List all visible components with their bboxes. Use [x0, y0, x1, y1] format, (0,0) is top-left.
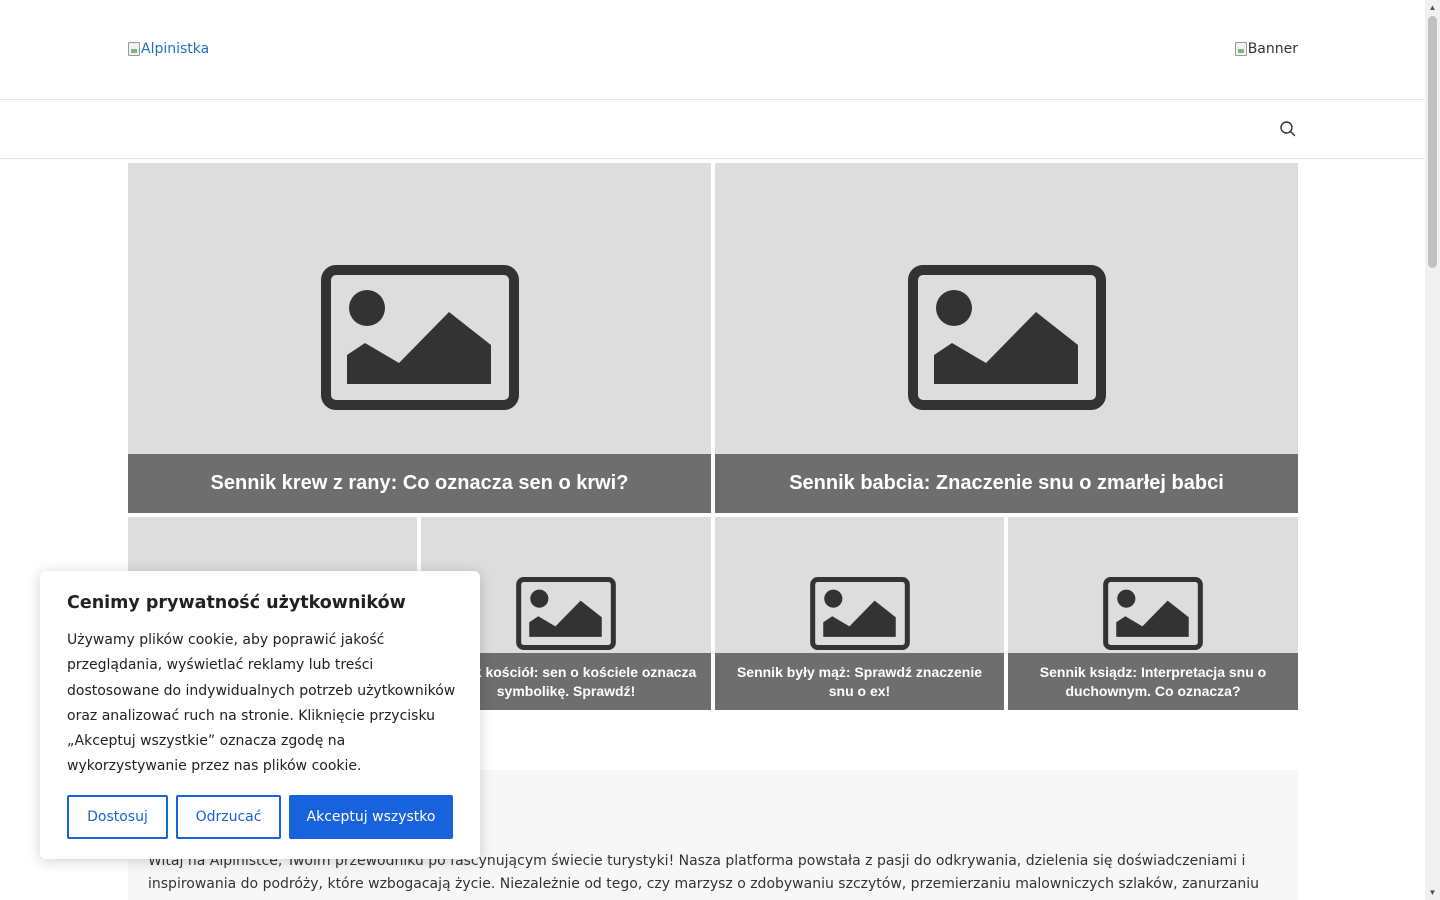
post-title[interactable]: Sennik krew z rany: Co oznacza sen o krw…	[128, 454, 711, 513]
image-placeholder-icon	[907, 265, 1106, 410]
header-banner[interactable]: Banner	[1234, 41, 1298, 57]
cookie-consent-dialog: Cenimy prywatność użytkowników Używamy p…	[40, 571, 480, 859]
broken-image-icon	[128, 42, 140, 56]
site-header: Alpinistka Banner	[0, 0, 1425, 100]
search-icon[interactable]	[1278, 119, 1298, 139]
scroll-up-arrow-icon[interactable]: ▲	[1425, 0, 1440, 15]
image-placeholder-icon	[516, 577, 616, 650]
accept-all-button[interactable]: Akceptuj wszystko	[289, 795, 453, 839]
logo-alt-text: Alpinistka	[141, 41, 210, 57]
broken-image-icon	[1234, 42, 1247, 56]
image-placeholder-icon	[320, 265, 519, 410]
cookie-title: Cenimy prywatność użytkowników	[67, 593, 406, 613]
cookie-text: Używamy plików cookie, aby poprawić jako…	[67, 632, 456, 775]
featured-post-large[interactable]: Sennik babcia: Znaczenie snu o zmarłej b…	[715, 163, 1298, 513]
scroll-down-arrow-icon[interactable]: ▼	[1425, 885, 1440, 900]
featured-post-small[interactable]: Sennik ksiądz: Interpretacja snu o ducho…	[1008, 517, 1298, 710]
banner-alt-text: Banner	[1247, 41, 1298, 57]
main-navigation	[0, 100, 1425, 159]
featured-post-large[interactable]: Sennik krew z rany: Co oznacza sen o krw…	[128, 163, 711, 513]
featured-post-small[interactable]: Sennik były mąż: Sprawdź znaczenie snu o…	[715, 517, 1004, 710]
scrollbar-thumb[interactable]	[1428, 16, 1437, 268]
post-title[interactable]: Sennik babcia: Znaczenie snu o zmarłej b…	[715, 454, 1298, 513]
customize-button[interactable]: Dostosuj	[67, 795, 168, 839]
site-logo-link[interactable]: Alpinistka	[128, 41, 209, 57]
vertical-scrollbar[interactable]: ▲ ▼	[1425, 0, 1440, 900]
reject-button[interactable]: Odrzucać	[176, 795, 281, 839]
post-title[interactable]: Sennik były mąż: Sprawdź znaczenie snu o…	[715, 653, 1004, 710]
image-placeholder-icon	[809, 577, 910, 650]
image-placeholder-icon	[1103, 577, 1203, 650]
post-title[interactable]: Sennik ksiądz: Interpretacja snu o ducho…	[1008, 653, 1298, 710]
